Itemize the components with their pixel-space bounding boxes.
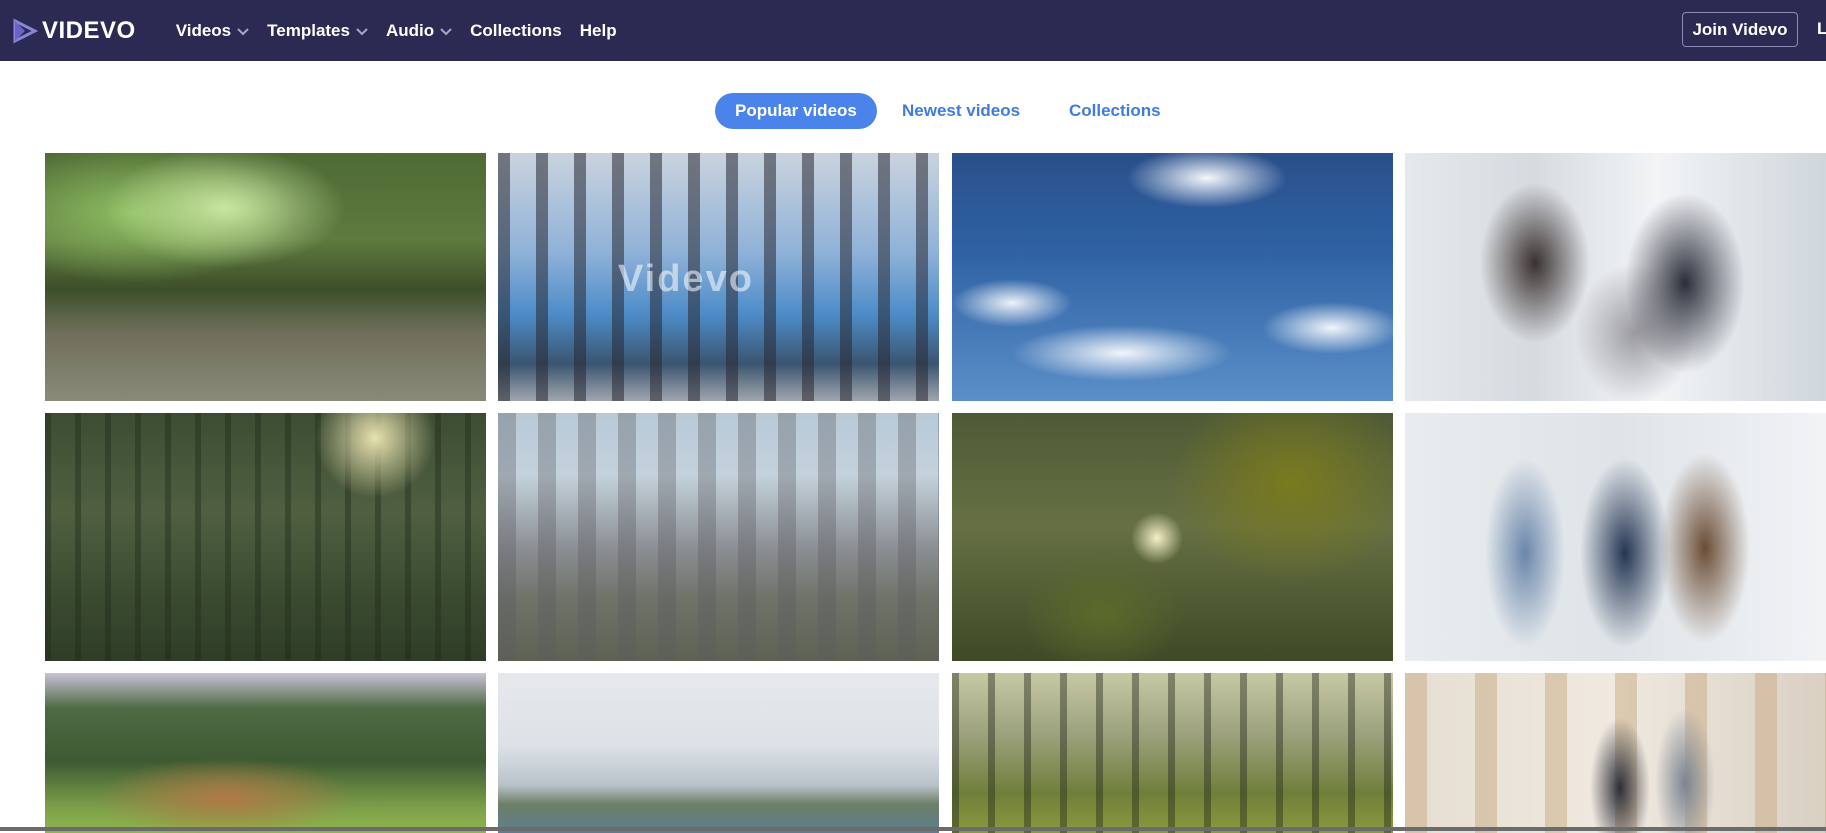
video-thumbnail-lions-grassland[interactable]	[45, 673, 486, 833]
video-thumbnail-forest-path[interactable]	[45, 153, 486, 401]
bottom-edge-strip	[0, 827, 1826, 831]
video-thumbnail-blue-sky-clouds[interactable]	[952, 153, 1393, 401]
video-thumbnail-forest-sunlight[interactable]	[45, 413, 486, 661]
video-thumbnail-factory-machinery[interactable]: Videvo	[498, 153, 939, 401]
video-thumbnail-office-team-standing[interactable]	[1405, 413, 1826, 661]
video-grid: Videvo	[0, 0, 1826, 833]
video-thumbnail-forest-meadow[interactable]	[952, 673, 1393, 833]
video-thumbnail-city-skyline[interactable]	[498, 413, 939, 661]
video-thumbnail-office-team-laptop[interactable]	[1405, 153, 1826, 401]
video-thumbnail-sunlit-leaves[interactable]	[952, 413, 1393, 661]
video-thumbnail-misty-coast[interactable]	[498, 673, 939, 833]
videvo-watermark: Videvo	[618, 258, 754, 300]
video-thumbnail-office-walking[interactable]	[1405, 673, 1826, 833]
